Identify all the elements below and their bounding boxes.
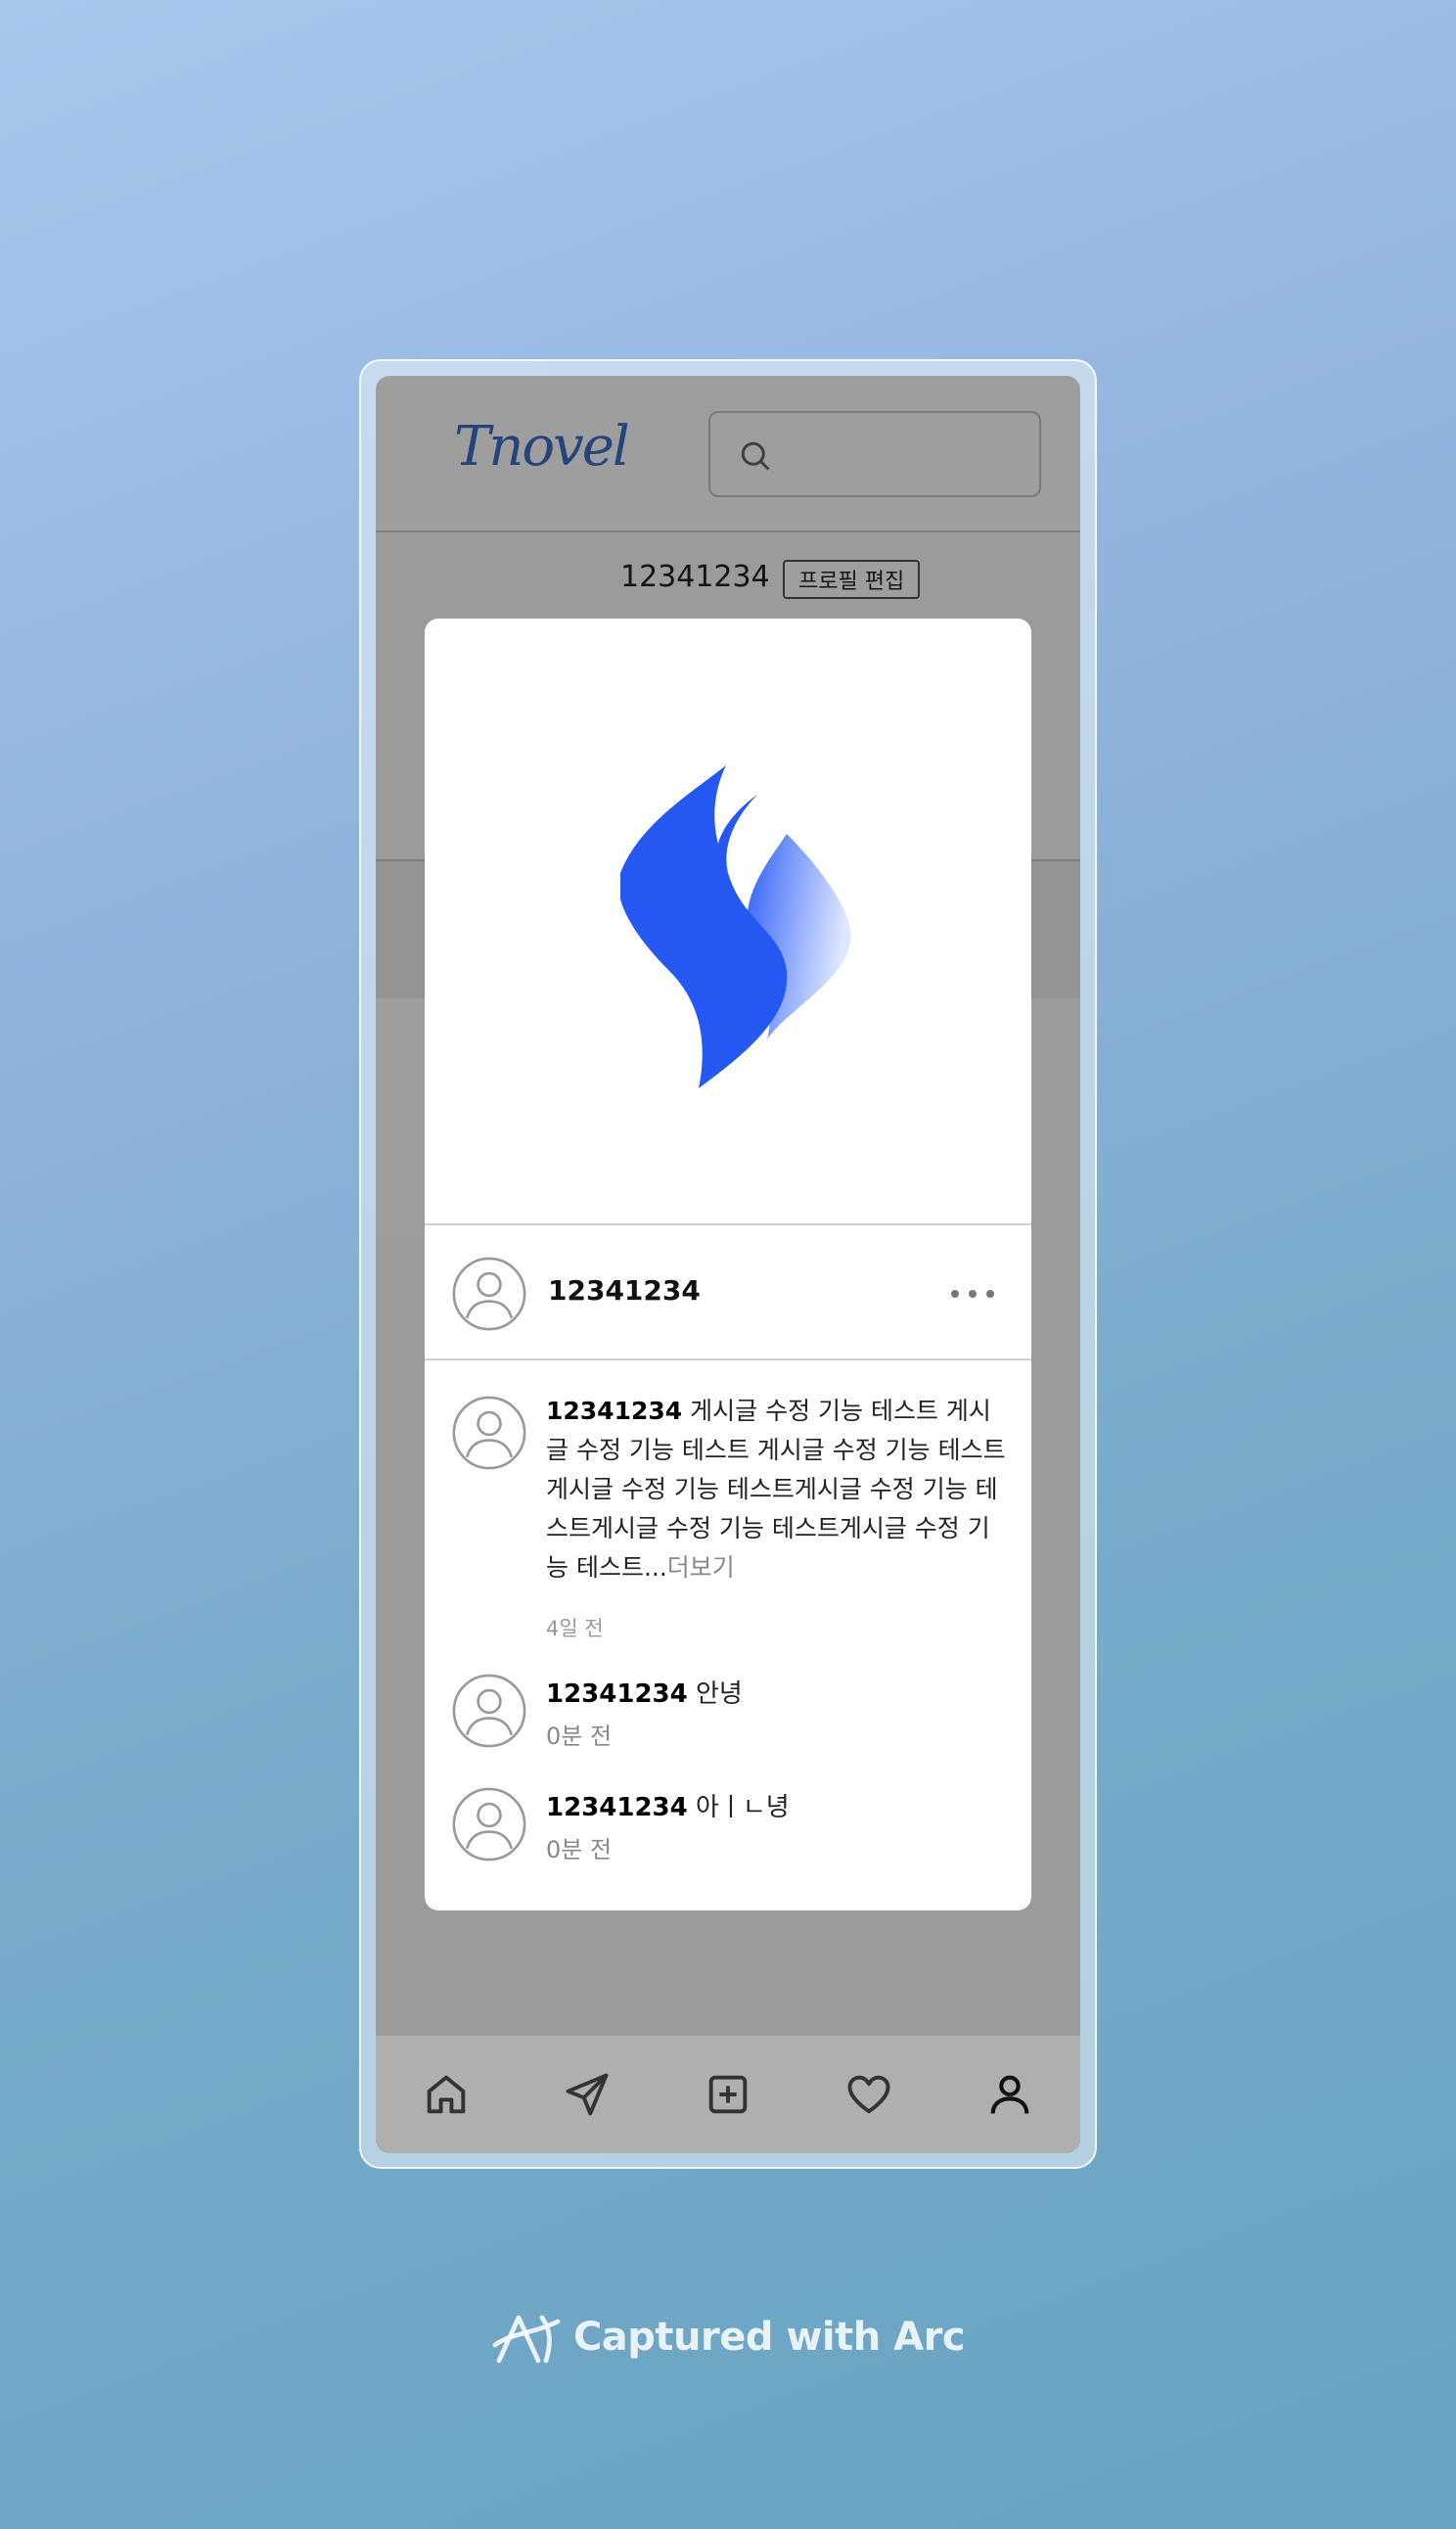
caption-text: 12341234 게시글 수정 기능 테스트 게시글 수정 기능 테스트 게시글…	[546, 1392, 1006, 1587]
bottom-nav	[376, 2036, 1080, 2153]
post-header: 12341234	[425, 1227, 1031, 1360]
comment-body: 안녕	[696, 1679, 743, 1709]
caption-timestamp: 4일 전	[546, 1617, 604, 1640]
profile-icon[interactable]	[984, 2069, 1035, 2120]
app-screen: Tnovel 12341234 프로필 편집 12341234 12341234…	[376, 376, 1080, 2153]
comment-item: 12341234 아ㅣㄴ녕 0분 전	[425, 1787, 1031, 1895]
post-detail-modal: 12341234 12341234 게시글 수정 기능 테스트 게시글 수정 기…	[425, 619, 1031, 1910]
avatar[interactable]	[452, 1257, 526, 1331]
comment-item: 12341234 안녕 0분 전	[425, 1674, 1031, 1781]
comment-body: 아ㅣㄴ녕	[696, 1793, 790, 1822]
post-image	[425, 619, 1031, 1225]
home-icon[interactable]	[421, 2069, 472, 2120]
more-options-button[interactable]	[943, 1274, 1002, 1313]
comment-timestamp: 0분 전	[546, 1836, 613, 1863]
capture-caption-text: Captured with Arc	[572, 2315, 966, 2360]
comment-text: 12341234 아ㅣㄴ녕	[546, 1787, 790, 1823]
more-link[interactable]: 더보기	[667, 1553, 735, 1582]
send-icon[interactable]	[562, 2069, 613, 2120]
avatar[interactable]	[452, 1674, 526, 1748]
flame-logo-icon	[620, 765, 851, 1088]
dot-icon	[969, 1290, 977, 1298]
post-caption: 12341234 게시글 수정 기능 테스트 게시글 수정 기능 테스트 게시글…	[425, 1382, 1031, 1640]
avatar[interactable]	[452, 1787, 526, 1862]
comment-author[interactable]: 12341234	[546, 1679, 688, 1709]
comment-timestamp: 0분 전	[546, 1723, 613, 1750]
avatar[interactable]	[452, 1396, 526, 1470]
dot-icon	[986, 1290, 994, 1298]
post-author[interactable]: 12341234	[548, 1274, 701, 1307]
dot-icon	[951, 1290, 959, 1298]
comment-author[interactable]: 12341234	[546, 1793, 688, 1822]
comment-text: 12341234 안녕	[546, 1674, 743, 1710]
arc-logo-icon	[492, 2315, 561, 2364]
heart-icon[interactable]	[843, 2069, 894, 2120]
caption-author[interactable]: 12341234	[546, 1397, 682, 1425]
capture-caption: Captured with Arc	[0, 2310, 1456, 2368]
add-post-icon[interactable]	[703, 2069, 753, 2120]
